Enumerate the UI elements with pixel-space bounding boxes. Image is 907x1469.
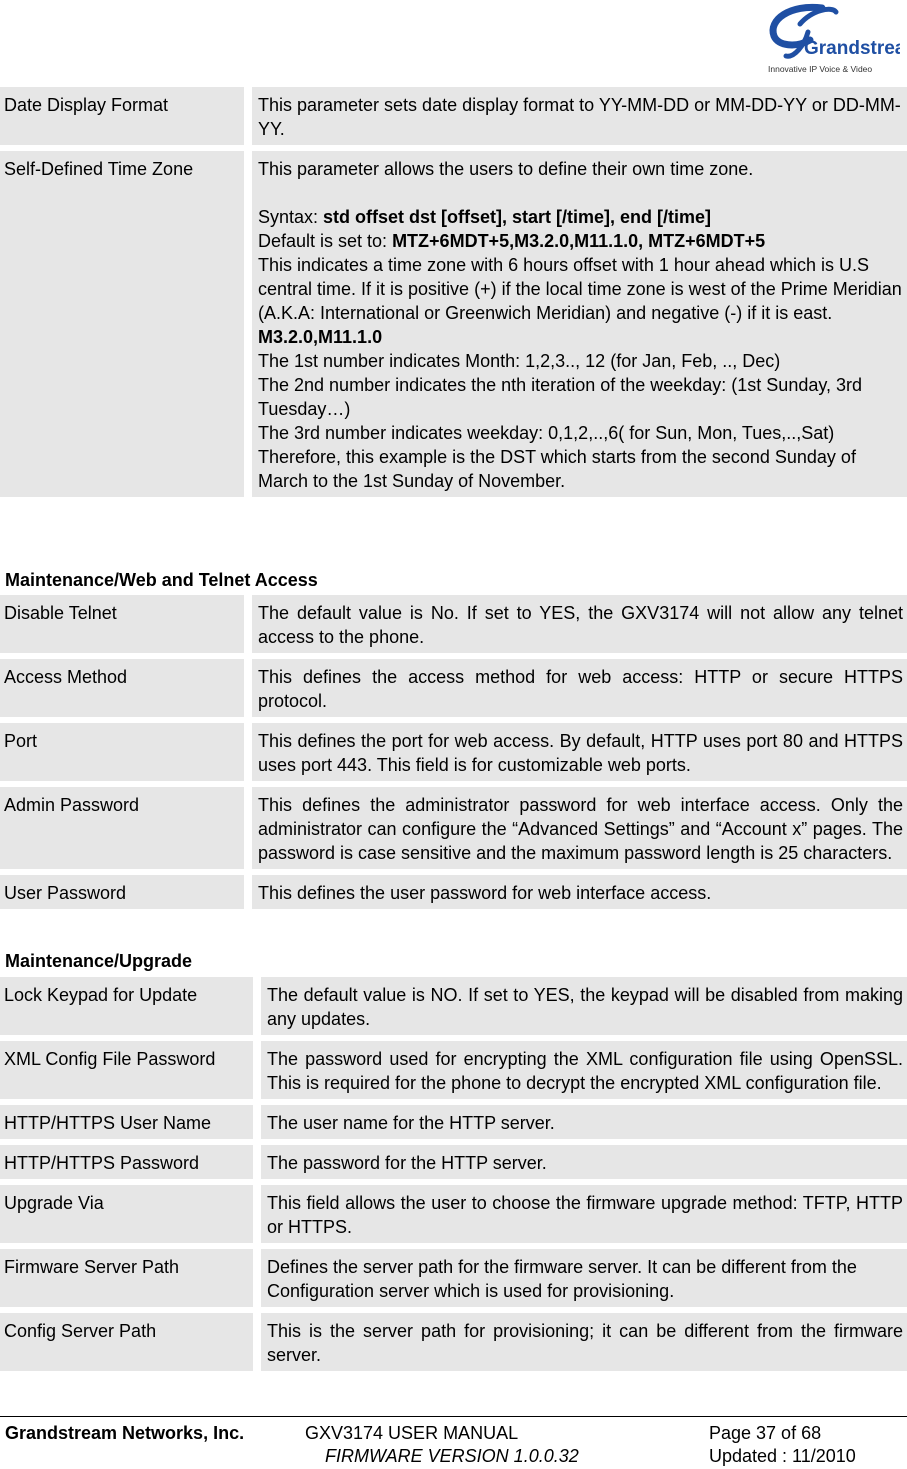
- default-line: Default is set to: MTZ+6MDT+5,M3.2.0,M11…: [258, 229, 903, 253]
- param-desc: The default value is NO. If set to YES, …: [261, 977, 907, 1035]
- syntax-value: std offset dst [offset], start [/time], …: [323, 207, 712, 227]
- param-name: Access Method: [0, 659, 244, 717]
- table-row: Admin Password This defines the administ…: [0, 787, 907, 869]
- param-name: Config Server Path: [0, 1313, 253, 1371]
- param-desc: The user name for the HTTP server.: [261, 1105, 907, 1139]
- param-name: Date Display Format: [0, 87, 244, 145]
- param-desc: This parameter sets date display format …: [252, 87, 907, 145]
- desc-line: The 2nd number indicates the nth iterati…: [258, 375, 863, 419]
- param-desc: This field allows the user to choose the…: [261, 1185, 907, 1243]
- desc-example: M3.2.0,M11.1.0: [258, 327, 383, 347]
- param-name: Firmware Server Path: [0, 1249, 253, 1307]
- table-row: Firmware Server Path Defines the server …: [0, 1249, 907, 1307]
- param-name: Upgrade Via: [0, 1185, 253, 1243]
- param-name: Disable Telnet: [0, 595, 244, 653]
- param-name: Lock Keypad for Update: [0, 977, 253, 1035]
- footer-company: Grandstream Networks, Inc.: [5, 1423, 245, 1443]
- syntax-line: Syntax: std offset dst [offset], start […: [258, 205, 903, 229]
- table-row: Port This defines the port for web acces…: [0, 723, 907, 781]
- param-desc: This defines the administrator password …: [252, 787, 907, 869]
- desc-line: The 1st number indicates Month: 1,2,3..,…: [258, 351, 781, 371]
- param-name: XML Config File Password: [0, 1041, 253, 1099]
- param-name: Self-Defined Time Zone: [0, 151, 244, 497]
- section-title: Maintenance/Upgrade: [5, 951, 193, 971]
- param-name: User Password: [0, 875, 244, 909]
- param-name: Port: [0, 723, 244, 781]
- table-row: Disable Telnet The default value is No. …: [0, 595, 907, 653]
- table-row: HTTP/HTTPS User Name The user name for t…: [0, 1105, 907, 1139]
- param-desc: The password used for encrypting the XML…: [261, 1041, 907, 1099]
- section-title: Maintenance/Web and Telnet Access: [5, 570, 318, 590]
- default-label: Default is set to:: [258, 231, 393, 251]
- param-desc: The password for the HTTP server.: [261, 1145, 907, 1179]
- param-desc: This parameter allows the users to defin…: [252, 151, 907, 497]
- desc-line: Therefore, this example is the DST which…: [258, 447, 856, 491]
- param-desc: This defines the port for web access. By…: [252, 723, 907, 781]
- param-name: HTTP/HTTPS User Name: [0, 1105, 253, 1139]
- desc-line: The 3rd number indicates weekday: 0,1,2,…: [258, 423, 835, 443]
- table-row: Date Display Format This parameter sets …: [0, 87, 907, 145]
- syntax-label: Syntax:: [258, 207, 324, 227]
- param-desc: The default value is No. If set to YES, …: [252, 595, 907, 653]
- table-row: Self-Defined Time Zone This parameter al…: [0, 151, 907, 497]
- param-desc: This defines the user password for web i…: [252, 875, 907, 909]
- logo-wordmark: Grandstream: [804, 38, 900, 59]
- table-row: Upgrade Via This field allows the user t…: [0, 1185, 907, 1243]
- footer-manual-title: GXV3174 USER MANUAL: [305, 1423, 519, 1443]
- default-value: MTZ+6MDT+5,M3.2.0,M11.1.0, MTZ+6MDT+5: [392, 231, 766, 251]
- param-name: Admin Password: [0, 787, 244, 869]
- table-row: Config Server Path This is the server pa…: [0, 1313, 907, 1371]
- logo-tagline: Innovative IP Voice & Video: [768, 64, 872, 74]
- footer-updated-date: Updated : 11/2010: [709, 1446, 856, 1466]
- logo-mark-icon: Grandstream Innovative IP Voice & Video: [768, 3, 900, 74]
- desc-intro: This parameter allows the users to defin…: [258, 159, 754, 179]
- param-desc: Defines the server path for the firmware…: [261, 1249, 907, 1307]
- table-row: XML Config File Password The password us…: [0, 1041, 907, 1099]
- table-row: User Password This defines the user pass…: [0, 875, 907, 909]
- time-settings-table: Date Display Format This parameter sets …: [0, 81, 907, 503]
- param-desc: This defines the access method for web a…: [252, 659, 907, 717]
- table-row: Lock Keypad for Update The default value…: [0, 977, 907, 1035]
- footer-firmware-version: FIRMWARE VERSION 1.0.0.32: [325, 1446, 579, 1466]
- footer-page-number: Page 37 of 68: [709, 1423, 822, 1443]
- table-row: HTTP/HTTPS Password The password for the…: [0, 1145, 907, 1179]
- desc-explanation: This indicates a time zone with 6 hours …: [258, 255, 902, 323]
- web-telnet-access-table: Disable Telnet The default value is No. …: [0, 589, 907, 915]
- param-name: HTTP/HTTPS Password: [0, 1145, 253, 1179]
- footer-divider: [0, 1416, 907, 1417]
- table-row: Access Method This defines the access me…: [0, 659, 907, 717]
- upgrade-table: Lock Keypad for Update The default value…: [0, 971, 907, 1377]
- param-desc: This is the server path for provisioning…: [261, 1313, 907, 1371]
- grandstream-logo: Grandstream Innovative IP Voice & Video: [760, 2, 900, 76]
